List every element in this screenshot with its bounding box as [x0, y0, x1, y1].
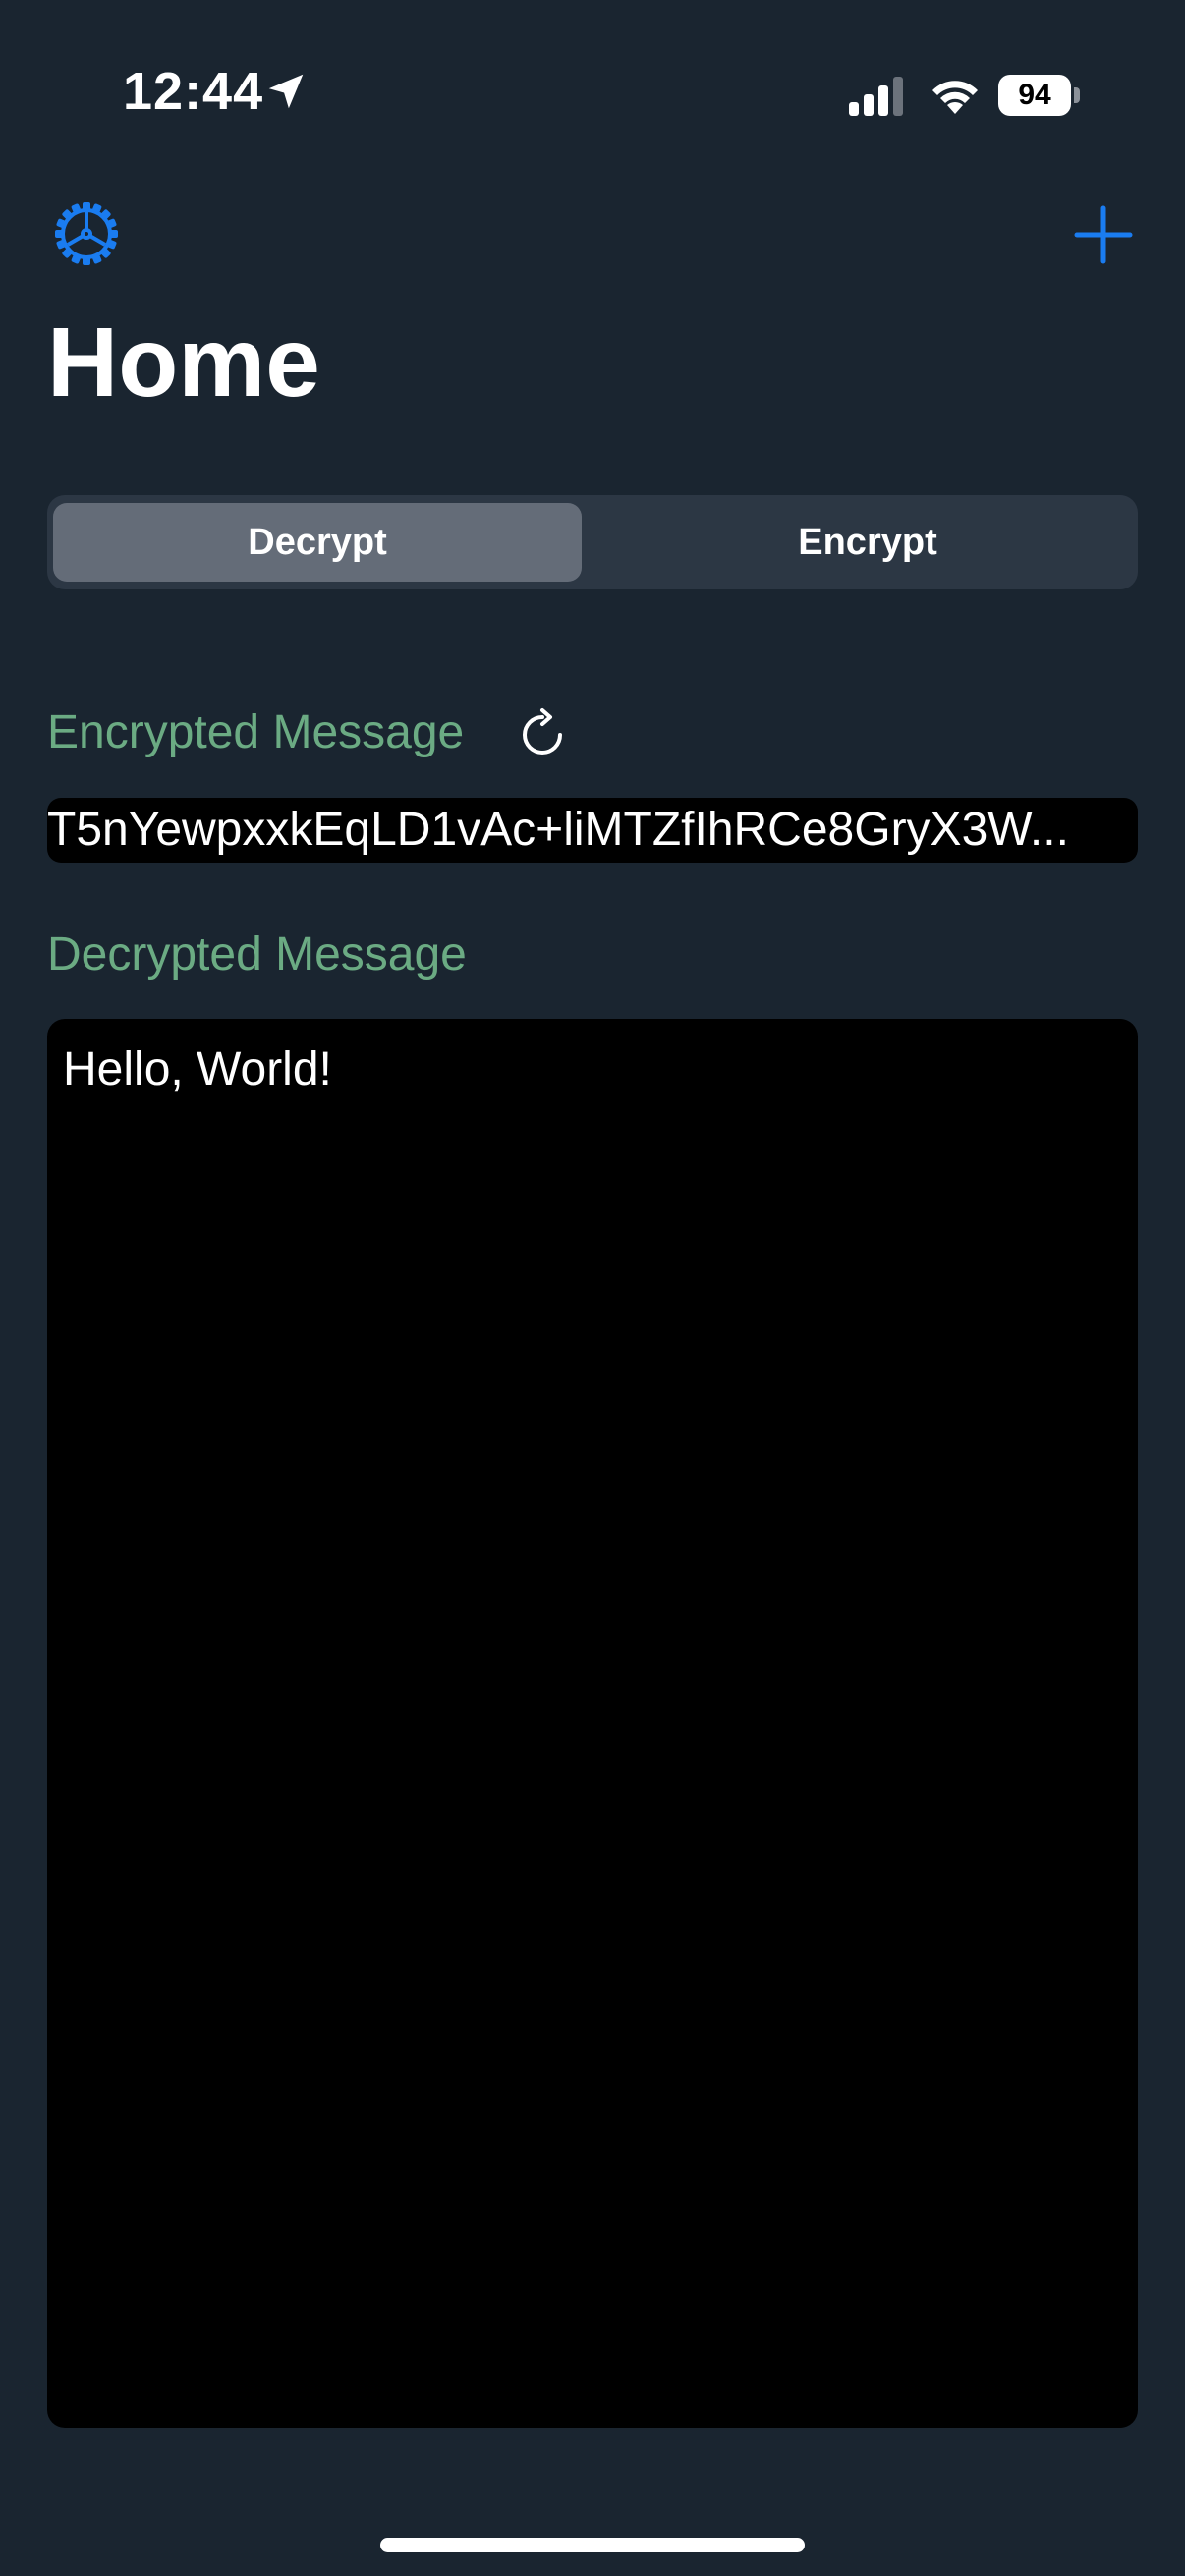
battery-icon: 94 — [998, 75, 1080, 116]
gear-icon[interactable] — [49, 196, 124, 271]
segment-decrypt[interactable]: Decrypt — [53, 503, 582, 582]
plus-icon[interactable] — [1069, 200, 1138, 269]
home-screen: 12:44 94 Home Decrypt Encrypt Encrypted … — [0, 0, 1185, 2576]
encrypted-message-label: Encrypted Message — [47, 706, 465, 758]
decrypted-message-text: Hello, World! — [63, 1043, 332, 1095]
battery-cap — [1074, 87, 1080, 103]
mode-segmented-control: Decrypt Encrypt — [47, 495, 1138, 589]
decrypted-message-label: Decrypted Message — [47, 928, 467, 980]
location-arrow-icon — [268, 74, 304, 109]
battery-level: 94 — [998, 75, 1071, 116]
decrypted-message-textarea[interactable]: Hello, World! — [47, 1019, 1138, 2428]
home-indicator[interactable] — [380, 2538, 805, 2552]
status-bar: 12:44 94 — [0, 0, 1185, 196]
status-time: 12:44 — [123, 62, 264, 121]
encrypted-message-field[interactable]: T5nYewpxxkEqLD1vAc+liMTZfIhRCe8GryX3W... — [47, 798, 1138, 863]
segment-encrypt[interactable]: Encrypt — [603, 503, 1132, 582]
page-title: Home — [47, 308, 320, 418]
wifi-icon — [932, 81, 978, 114]
cellular-signal-icon — [849, 77, 903, 116]
refresh-icon[interactable] — [515, 707, 570, 762]
